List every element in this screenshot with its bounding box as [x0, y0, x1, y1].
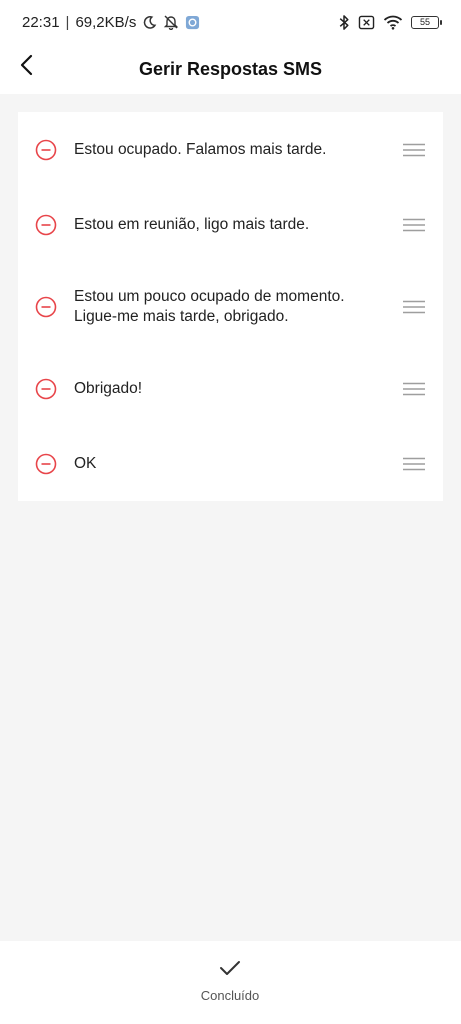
battery-icon: 55: [411, 15, 442, 29]
response-text[interactable]: Estou um pouco ocupado de momento. Ligue…: [74, 287, 384, 327]
status-time: 22:31: [22, 13, 60, 31]
battery-level: 55: [419, 17, 430, 27]
remove-circle-icon: [35, 453, 57, 475]
drag-handle-icon[interactable]: [403, 142, 425, 158]
bluetooth-icon: [338, 14, 350, 31]
response-text[interactable]: OK: [74, 454, 384, 474]
status-separator: |: [65, 13, 70, 31]
back-button[interactable]: [12, 52, 42, 82]
response-text[interactable]: Estou ocupado. Falamos mais tarde.: [74, 140, 384, 160]
page-title: Gerir Respostas SMS: [138, 58, 323, 79]
check-icon: [219, 959, 241, 982]
done-label: Concluído: [200, 988, 260, 1003]
list-item: Obrigado!: [18, 371, 443, 407]
app-header: Gerir Respostas SMS: [0, 44, 461, 94]
bottom-bar: Concluído: [0, 941, 461, 1024]
drag-handle-icon[interactable]: [403, 456, 425, 472]
status-left: 22:31 | 69,2KB/s: [22, 14, 200, 31]
status-bar: 22:31 | 69,2KB/s 55: [0, 0, 461, 44]
list-item: Estou um pouco ocupado de momento. Ligue…: [18, 287, 443, 327]
response-text[interactable]: Obrigado!: [74, 379, 384, 399]
remove-button[interactable]: [35, 378, 57, 400]
drag-handle-icon[interactable]: [403, 217, 425, 233]
remove-button[interactable]: [35, 214, 57, 236]
remove-circle-icon: [35, 139, 57, 161]
app-notification-icon: [185, 15, 200, 30]
remove-button[interactable]: [35, 139, 57, 161]
list-item: Estou ocupado. Falamos mais tarde.: [18, 132, 443, 168]
remove-button[interactable]: [35, 296, 57, 318]
remove-circle-icon: [35, 378, 57, 400]
remove-circle-icon: [35, 296, 57, 318]
moon-icon: [142, 15, 157, 30]
responses-list: Estou ocupado. Falamos mais tarde. Estou…: [18, 112, 443, 501]
response-text[interactable]: Estou em reunião, ligo mais tarde.: [74, 215, 384, 235]
bell-off-icon: [163, 14, 179, 30]
drag-handle-icon[interactable]: [403, 381, 425, 397]
wifi-icon: [383, 15, 403, 30]
done-button[interactable]: Concluído: [180, 959, 280, 1009]
status-right: 55: [338, 14, 442, 31]
back-arrow-icon: [19, 54, 35, 81]
remove-button[interactable]: [35, 453, 57, 475]
remove-circle-icon: [35, 214, 57, 236]
status-net-speed: 69,2KB/s: [75, 13, 137, 31]
drag-handle-icon[interactable]: [403, 299, 425, 315]
sim-off-icon: [358, 15, 375, 30]
list-item: Estou em reunião, ligo mais tarde.: [18, 207, 443, 243]
list-item: OK: [18, 446, 443, 482]
